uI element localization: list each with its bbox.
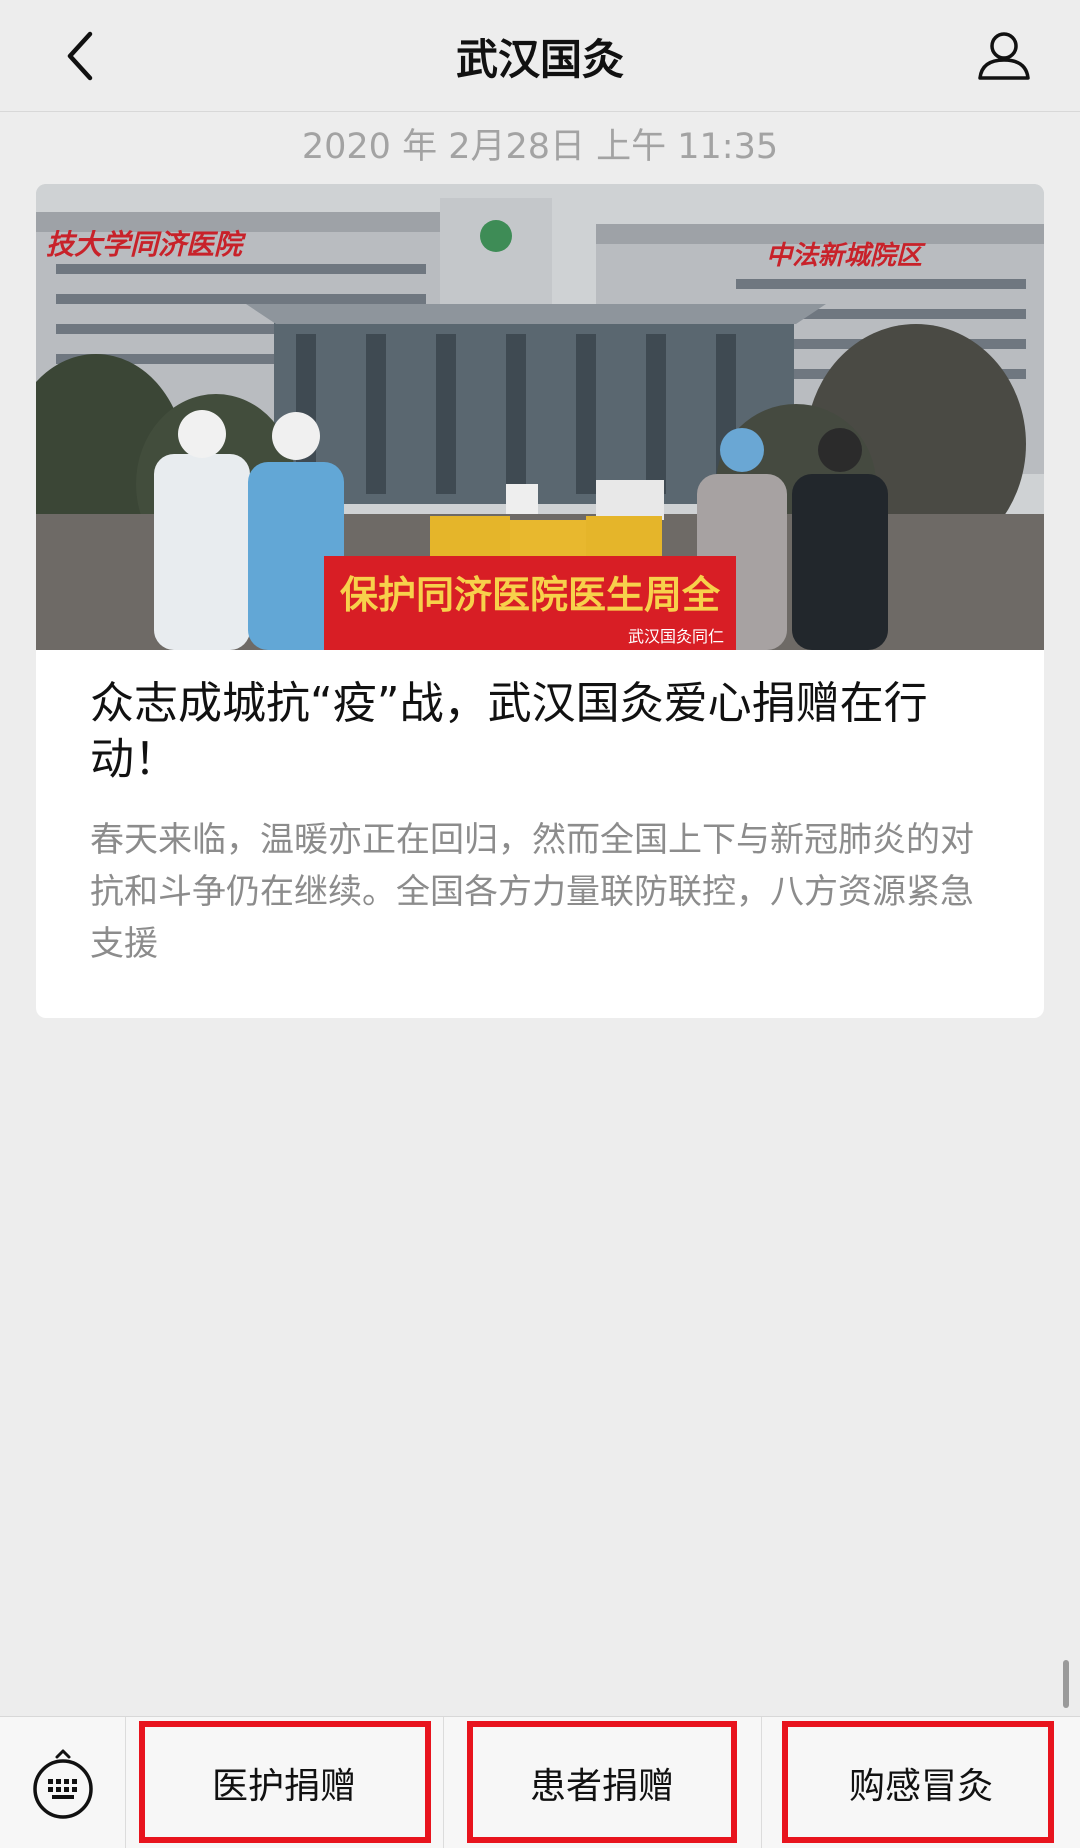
- bottom-menu-bar: 医护捐赠 患者捐赠 购感冒灸: [0, 1716, 1080, 1848]
- article-description: 春天来临，温暖亦正在回归，然而全国上下与新冠肺炎的对抗和斗争仍在继续。全国各方力…: [90, 820, 974, 964]
- message-timestamp: 2020 年 2月28日 上午 11:35: [301, 127, 779, 167]
- banner-text: 保护同济医院医生周全: [340, 573, 721, 617]
- highlight-box: [782, 1721, 1054, 1843]
- building-sign-left: 技大学同济医院: [46, 229, 247, 261]
- building-sign-right: 中法新城院区: [766, 241, 926, 270]
- article-cover-image: 技大学同济医院 中法新城院区 保护同济医院医生周全 武汉国灸同仁: [36, 184, 1044, 650]
- article-title: 众志成城抗“疫”战，武汉国灸爱心捐赠在行动！: [90, 678, 928, 785]
- keyboard-icon: [32, 1749, 93, 1819]
- highlight-box: [467, 1721, 737, 1843]
- scrollbar[interactable]: [1063, 1660, 1069, 1708]
- article-card[interactable]: 技大学同济医院 中法新城院区 保护同济医院医生周全 武汉国灸同仁 众志成城抗“疫…: [36, 184, 1044, 1018]
- keyboard-toggle-button[interactable]: [0, 1717, 126, 1848]
- profile-button[interactable]: [964, 18, 1044, 94]
- user-icon: [978, 32, 1030, 80]
- highlight-box: [139, 1721, 431, 1843]
- page-title: 武汉国灸: [455, 34, 624, 84]
- banner-subtext: 武汉国灸同仁: [628, 627, 724, 646]
- top-bar: 武汉国灸: [0, 0, 1080, 112]
